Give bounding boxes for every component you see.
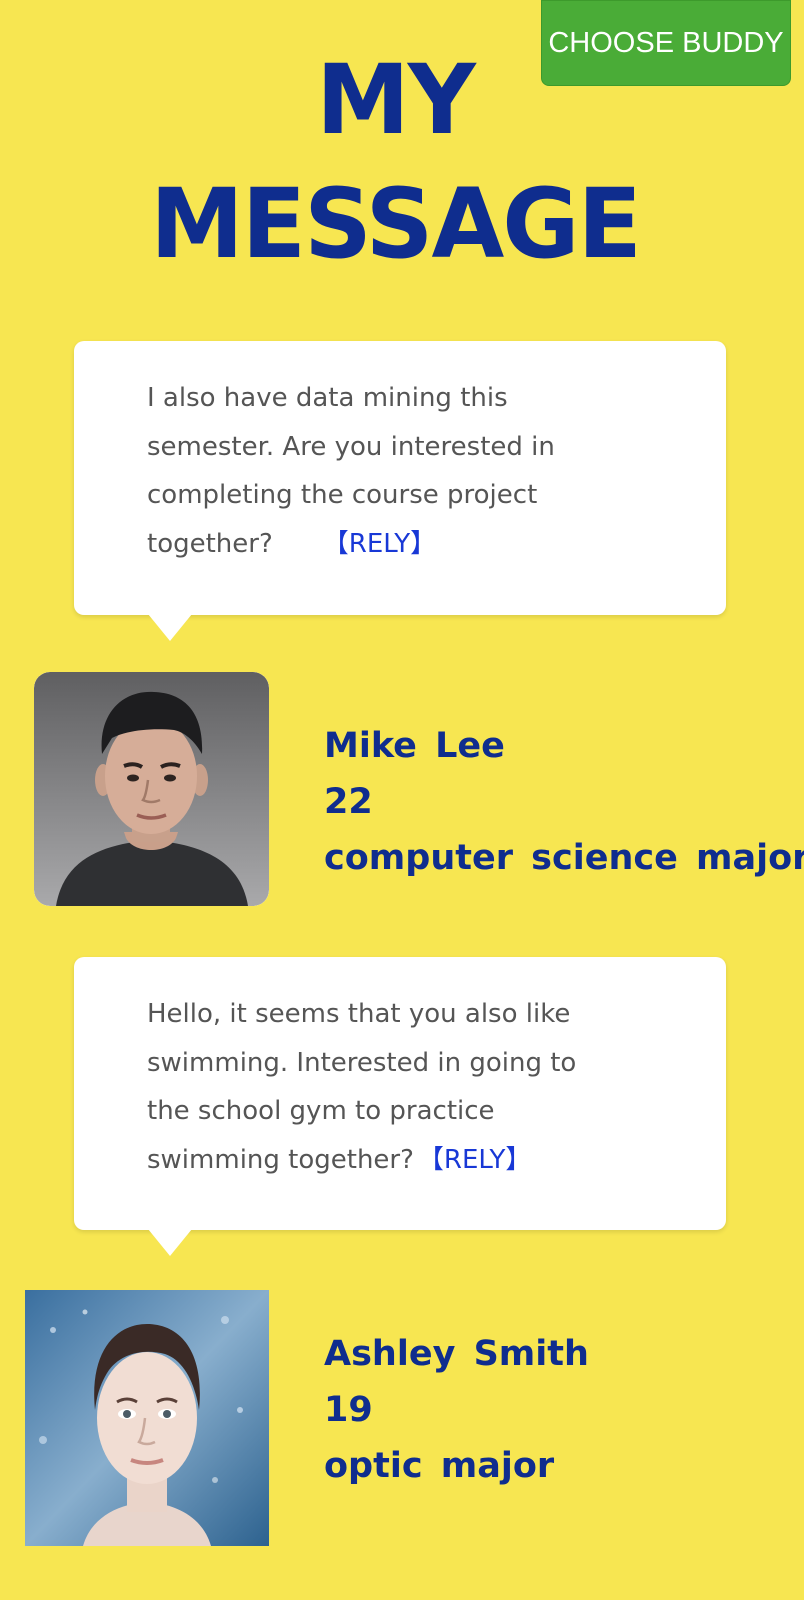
profile-info-ashley-smith: Ashley Smith 19 optic major: [324, 1326, 589, 1494]
avatar-photo-icon: [34, 672, 269, 906]
message-text-wrapper: Hello, it seems that you also like swimm…: [147, 990, 627, 1184]
message-bubble-1: I also have data mining this semester. A…: [74, 341, 726, 641]
page-title-line-1: MY: [316, 44, 476, 156]
profile-name: Ashley Smith: [324, 1334, 589, 1374]
profile-major: optic major: [324, 1446, 555, 1486]
avatar-photo-icon: [25, 1290, 269, 1546]
reply-link[interactable]: 【RELY】: [323, 529, 436, 559]
page-title: MY MESSAGE: [8, 38, 782, 286]
page-title-line-2: MESSAGE: [150, 168, 642, 280]
profile-info-mike-lee: Mike Lee 22 computer science major: [324, 718, 804, 886]
message-bubble-2: Hello, it seems that you also like swimm…: [74, 957, 726, 1256]
profile-name: Mike Lee: [324, 726, 505, 766]
message-text-wrapper: I also have data mining this semester. A…: [147, 374, 627, 568]
profile-major: computer science major: [324, 838, 804, 878]
reply-link[interactable]: 【RELY】: [418, 1145, 531, 1175]
profile-age: 19: [324, 1390, 373, 1430]
avatar-mike-lee: [34, 672, 269, 906]
avatar-ashley-smith: [25, 1290, 269, 1546]
profile-age: 22: [324, 782, 373, 822]
